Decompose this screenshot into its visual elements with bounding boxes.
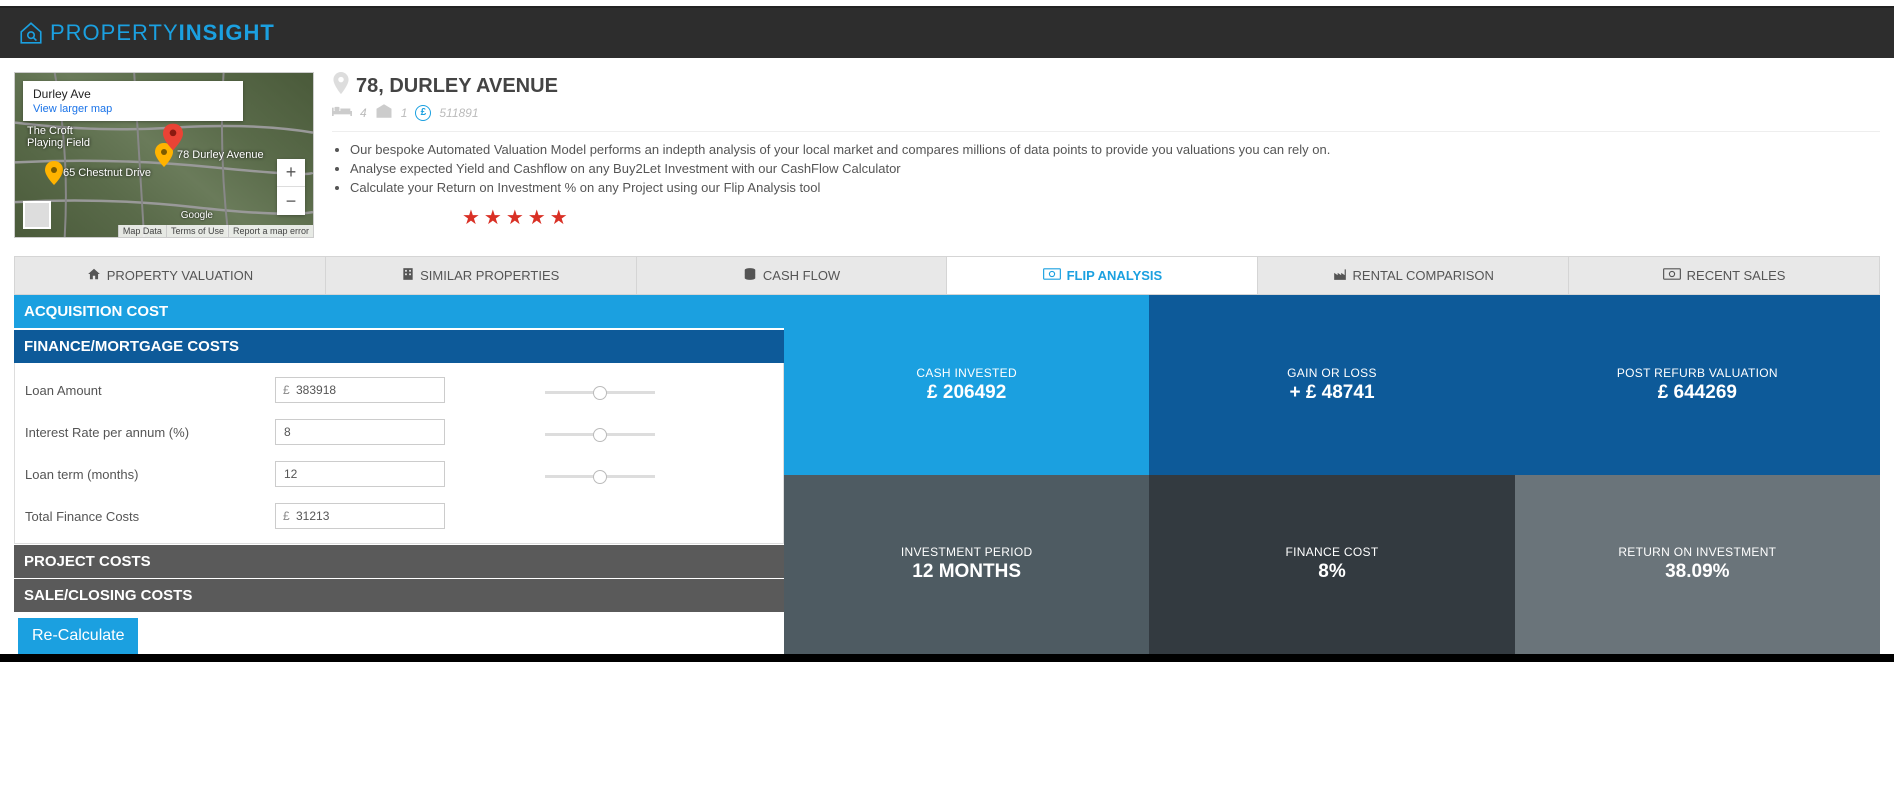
tile-post-refurb-valuation: POST REFURB VALUATION £ 644269 [1515,295,1880,475]
map-pin-durley-red [163,123,183,151]
slider-loan-term[interactable] [545,475,655,478]
input-total-finance[interactable] [275,503,445,529]
garage-icon [375,104,393,121]
row-loan-amount: Loan Amount £ [15,369,783,411]
tab-similar-properties[interactable]: SIMILAR PROPERTIES [326,257,637,294]
tab-recent-sales[interactable]: RECENT SALES [1569,257,1879,294]
map-zoom-controls: + − [277,159,305,215]
tile-investment-period: INVESTMENT PERIOD 12 MONTHS [784,475,1149,655]
map-credits: Map Data Terms of Use Report a map error [118,225,313,237]
map-label-durley: 78 Durley Avenue [177,149,264,161]
finance-form-column: ACQUISITION COST FINANCE/MORTGAGE COSTS … [14,295,784,654]
tab-cash-flow[interactable]: CASH FLOW [637,257,948,294]
row-loan-term: Loan term (months) [15,453,783,495]
tab-rental-comparison[interactable]: RENTAL COMPARISON [1258,257,1569,294]
input-loan-term[interactable] [275,461,445,487]
map-label-chestnut: 65 Chestnut Drive [63,167,151,179]
tile-finance-cost: FINANCE COST 8% [1149,475,1514,655]
accordion-sale-costs[interactable]: SALE/CLOSING COSTS [14,578,784,612]
logo-text: PROPERTYINSIGHT [50,20,275,46]
map-info-box: Durley Ave View larger map [23,81,243,121]
bed-count: 4 [360,106,367,120]
bottom-border [0,654,1894,662]
map-info-title: Durley Ave [33,87,233,101]
money-icon [1043,268,1061,283]
home-icon [87,267,101,284]
bullet-1: Our bespoke Automated Valuation Model pe… [350,142,1880,157]
map-zoom-in[interactable]: + [277,159,305,187]
map-credit-terms[interactable]: Terms of Use [166,225,228,237]
label-interest-rate: Interest Rate per annum (%) [25,425,275,440]
feature-bullets: Our bespoke Automated Valuation Model pe… [332,142,1880,195]
label-loan-amount: Loan Amount [25,383,275,398]
recalculate-button[interactable]: Re-Calculate [18,618,138,654]
map-label-croft: The Croft Playing Field [27,125,90,149]
database-icon [743,267,757,284]
garage-count: 1 [401,106,408,120]
label-total-finance: Total Finance Costs [25,509,275,524]
location-pin-icon [332,72,350,100]
tab-property-valuation[interactable]: PROPERTY VALUATION [15,257,326,294]
property-meta: 4 1 £ 511891 [332,104,1880,132]
map-type-thumb[interactable] [23,201,51,229]
map-credit-report[interactable]: Report a map error [228,225,313,237]
money-icon-2 [1663,268,1681,283]
tab-flip-analysis[interactable]: FLIP ANALYSIS [947,257,1258,294]
tile-return-on-investment: RETURN ON INVESTMENT 38.09% [1515,475,1880,655]
map-credit-data[interactable]: Map Data [118,225,166,237]
input-interest-rate[interactable] [275,419,445,445]
property-details: 78, DURLEY AVENUE 4 1 £ 511891 Our bespo… [332,72,1880,238]
map-pin-chestnut [45,161,63,185]
tile-gain-or-loss: GAIN OR LOSS + £ 48741 [1149,295,1514,475]
bullet-2: Analyse expected Yield and Cashflow on a… [350,161,1880,176]
row-total-finance: Total Finance Costs £ [15,495,783,537]
accordion-project-costs[interactable]: PROJECT COSTS [14,544,784,578]
slider-loan-amount[interactable] [545,391,655,394]
slider-interest-rate[interactable] [545,433,655,436]
tile-cash-invested: CASH INVESTED £ 206492 [784,295,1149,475]
header: PROPERTYINSIGHT [0,8,1894,58]
map-zoom-out[interactable]: − [277,187,305,215]
accordion-finance-costs[interactable]: FINANCE/MORTGAGE COSTS [14,330,784,363]
map[interactable]: Durley Ave View larger map The Croft Pla… [14,72,314,238]
row-interest-rate: Interest Rate per annum (%) [15,411,783,453]
logo[interactable]: PROPERTYINSIGHT [18,20,1876,46]
house-search-icon [18,20,44,46]
finance-form-body: Loan Amount £ Interest Rate per annum (%… [14,363,784,544]
pound-badge-icon: £ [415,105,431,121]
property-price: 511891 [439,106,478,120]
building-icon [402,267,414,284]
star-rating: ★★★★★ [462,205,1880,230]
accordion-acquisition-cost[interactable]: ACQUISITION COST [14,295,784,330]
google-logo: Google [181,205,213,223]
label-loan-term: Loan term (months) [25,467,275,482]
view-larger-map-link[interactable]: View larger map [33,103,233,115]
industry-icon [1333,267,1347,284]
top-border [0,0,1894,8]
bullet-3: Calculate your Return on Investment % on… [350,180,1880,195]
bed-icon [332,104,352,121]
input-loan-amount[interactable] [275,377,445,403]
analysis-tabs: PROPERTY VALUATION SIMILAR PROPERTIES CA… [14,256,1880,295]
property-title: 78, DURLEY AVENUE [356,75,558,98]
results-grid: CASH INVESTED £ 206492 GAIN OR LOSS + £ … [784,295,1880,654]
